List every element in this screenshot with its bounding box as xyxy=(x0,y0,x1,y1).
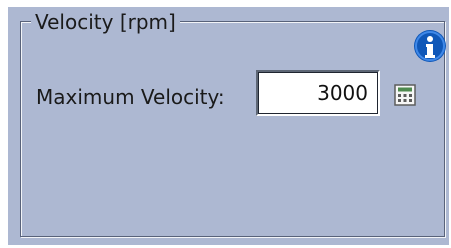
velocity-group-frame xyxy=(20,21,445,237)
maximum-velocity-label: Maximum Velocity: xyxy=(36,85,225,109)
maximum-velocity-input[interactable] xyxy=(256,70,380,116)
info-icon[interactable] xyxy=(413,29,447,63)
calculator-icon[interactable] xyxy=(393,83,417,107)
group-title: Velocity [rpm] xyxy=(31,9,180,35)
